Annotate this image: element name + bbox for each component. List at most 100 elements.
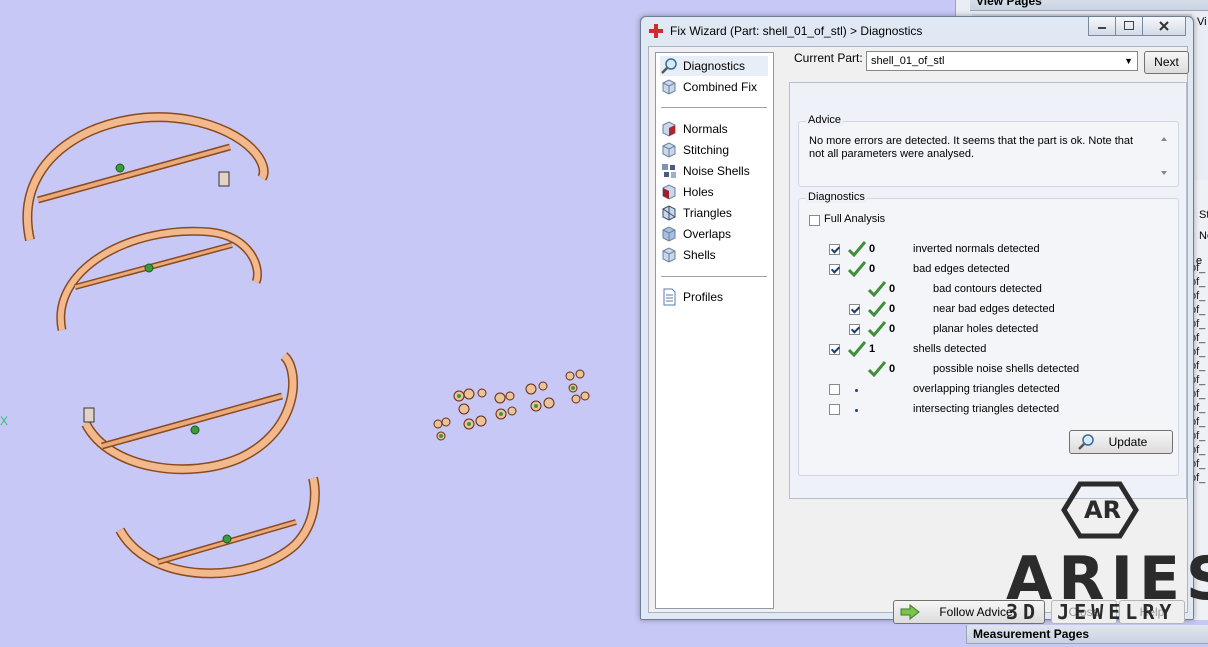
- nav-label-diagnostics: Diagnostics: [683, 59, 746, 73]
- nav-label-shells: Shells: [683, 248, 716, 262]
- nav-item-noise-shells[interactable]: Noise Shells: [660, 161, 768, 181]
- magnifier-icon: [661, 58, 677, 74]
- diagnostics-group-label: Diagnostics: [806, 191, 867, 203]
- cube-icon: [662, 79, 676, 95]
- advice-scrollbar[interactable]: [1156, 132, 1172, 180]
- nav-separator: [661, 107, 767, 108]
- scroll-down-icon: [1161, 171, 1167, 175]
- green-check-icon: [868, 301, 886, 317]
- nav-label-profiles: Profiles: [683, 290, 724, 304]
- dialog-title: Fix Wizard (Part: shell_01_of_stl) > Dia…: [670, 24, 923, 38]
- stitching-cube-icon: [662, 142, 676, 158]
- dialog-titlebar[interactable]: Fix Wizard (Part: shell_01_of_stl) > Dia…: [641, 17, 1193, 45]
- nav-label-noise-shells: Noise Shells: [683, 164, 750, 178]
- minimize-button[interactable]: [1088, 17, 1116, 36]
- next-button[interactable]: Next: [1144, 51, 1189, 74]
- check-planar-holes[interactable]: [849, 324, 860, 335]
- green-check-icon: [848, 341, 866, 357]
- check-overlapping-triangles[interactable]: [829, 384, 840, 395]
- chevron-down-icon: ▼: [1124, 56, 1133, 66]
- nav-label-triangles: Triangles: [683, 206, 732, 220]
- nav-label-normals: Normals: [683, 122, 728, 136]
- nav-item-shells[interactable]: Shells: [660, 245, 768, 265]
- ring-part-2[interactable]: [56, 226, 262, 331]
- nav-item-normals[interactable]: Normals: [660, 119, 768, 139]
- brand-tagline: 3D JEWELRY: [1006, 600, 1177, 624]
- side-label-vi: Vi: [1197, 16, 1207, 28]
- check-bad-edges[interactable]: [829, 264, 840, 275]
- count-shells: 1: [869, 343, 876, 355]
- brand-monogram: AR: [1084, 496, 1122, 524]
- normals-cube-icon: [662, 121, 676, 137]
- pending-dot-icon: [855, 409, 858, 412]
- nav-item-diagnostics[interactable]: Diagnostics: [660, 56, 768, 76]
- stone-parts-cluster[interactable]: [433, 369, 590, 441]
- count-bad-contours: 0: [889, 283, 896, 295]
- count-planar-holes: 0: [889, 323, 896, 335]
- update-button[interactable]: Update: [1069, 430, 1173, 454]
- red-cross-icon: [649, 24, 663, 38]
- count-inverted-normals: 0: [869, 243, 876, 255]
- wizard-nav: Diagnostics Combined Fix Normals Stitchi…: [655, 52, 774, 609]
- brand-watermark: AR ARIES 3D JEWELRY: [1000, 478, 1208, 638]
- diagnostics-page: Advice No more errors are detected. It s…: [789, 82, 1187, 499]
- check-near-bad-edges[interactable]: [849, 304, 860, 315]
- axis-label-x: X: [0, 414, 9, 428]
- nav-label-overlaps: Overlaps: [683, 227, 732, 241]
- advice-group-label: Advice: [806, 114, 844, 126]
- label-near-bad-edges: near bad edges detected: [933, 303, 1055, 315]
- label-planar-holes: planar holes detected: [933, 323, 1039, 335]
- close-icon: [1159, 21, 1169, 31]
- maximize-button[interactable]: [1115, 17, 1143, 36]
- ring-part-3[interactable]: [81, 352, 298, 475]
- close-window-button[interactable]: [1142, 17, 1186, 36]
- label-inverted-normals: inverted normals detected: [913, 243, 1040, 255]
- nav-item-profiles[interactable]: Profiles: [660, 287, 768, 307]
- green-check-icon: [848, 261, 866, 277]
- nav-label-combined-fix: Combined Fix: [683, 80, 758, 94]
- advice-group: Advice No more errors are detected. It s…: [798, 114, 1179, 187]
- side-label-no: No: [1199, 230, 1208, 242]
- check-intersecting-triangles[interactable]: [829, 404, 840, 415]
- ring-part-4[interactable]: [115, 476, 320, 579]
- label-noise-shells: possible noise shells detected: [933, 363, 1080, 375]
- nav-label-holes: Holes: [683, 185, 714, 199]
- label-bad-edges: bad edges detected: [913, 263, 1010, 275]
- nav-item-stitching[interactable]: Stitching: [660, 140, 768, 160]
- label-overlapping-triangles: overlapping triangles detected: [913, 383, 1060, 395]
- label-intersecting-triangles: intersecting triangles detected: [913, 403, 1060, 415]
- view-pages-header: View Pages: [970, 0, 1208, 11]
- check-shells[interactable]: [829, 344, 840, 355]
- green-check-icon: [868, 281, 886, 297]
- current-part-select[interactable]: shell_01_of_stl ▼: [866, 51, 1138, 71]
- maximize-icon: [1124, 21, 1134, 30]
- noise-shells-icon: [662, 164, 676, 178]
- holes-cube-icon: [662, 184, 676, 200]
- full-analysis-checkbox[interactable]: [809, 215, 820, 226]
- minimize-icon: [1098, 27, 1106, 29]
- nav-item-combined-fix[interactable]: Combined Fix: [660, 77, 768, 97]
- check-inverted-normals[interactable]: [829, 244, 840, 255]
- advice-text: No more errors are detected. It seems th…: [809, 135, 1134, 160]
- nav-item-triangles[interactable]: Triangles: [660, 203, 768, 223]
- pending-dot-icon: [855, 389, 858, 392]
- full-analysis-label: Full Analysis: [824, 213, 886, 225]
- nav-separator: [661, 276, 767, 277]
- overlaps-icon: [662, 226, 676, 242]
- count-near-bad-edges: 0: [889, 303, 896, 315]
- nav-item-overlaps[interactable]: Overlaps: [660, 224, 768, 244]
- scroll-up-icon: [1161, 137, 1167, 141]
- label-bad-contours: bad contours detected: [933, 283, 1042, 295]
- green-check-icon: [868, 361, 886, 377]
- shells-icon: [662, 247, 676, 263]
- side-label-st: St: [1199, 209, 1208, 221]
- count-noise-shells: 0: [889, 363, 896, 375]
- current-part-value: shell_01_of_stl: [871, 55, 945, 67]
- nav-item-holes[interactable]: Holes: [660, 182, 768, 202]
- diagnostics-group: Diagnostics Full Analysis 0 inverted nor…: [798, 191, 1179, 476]
- ring-part-1[interactable]: [22, 112, 269, 242]
- document-icon: [663, 288, 676, 306]
- nav-label-stitching: Stitching: [683, 143, 730, 157]
- label-shells: shells detected: [913, 343, 987, 355]
- triangles-icon: [662, 205, 676, 221]
